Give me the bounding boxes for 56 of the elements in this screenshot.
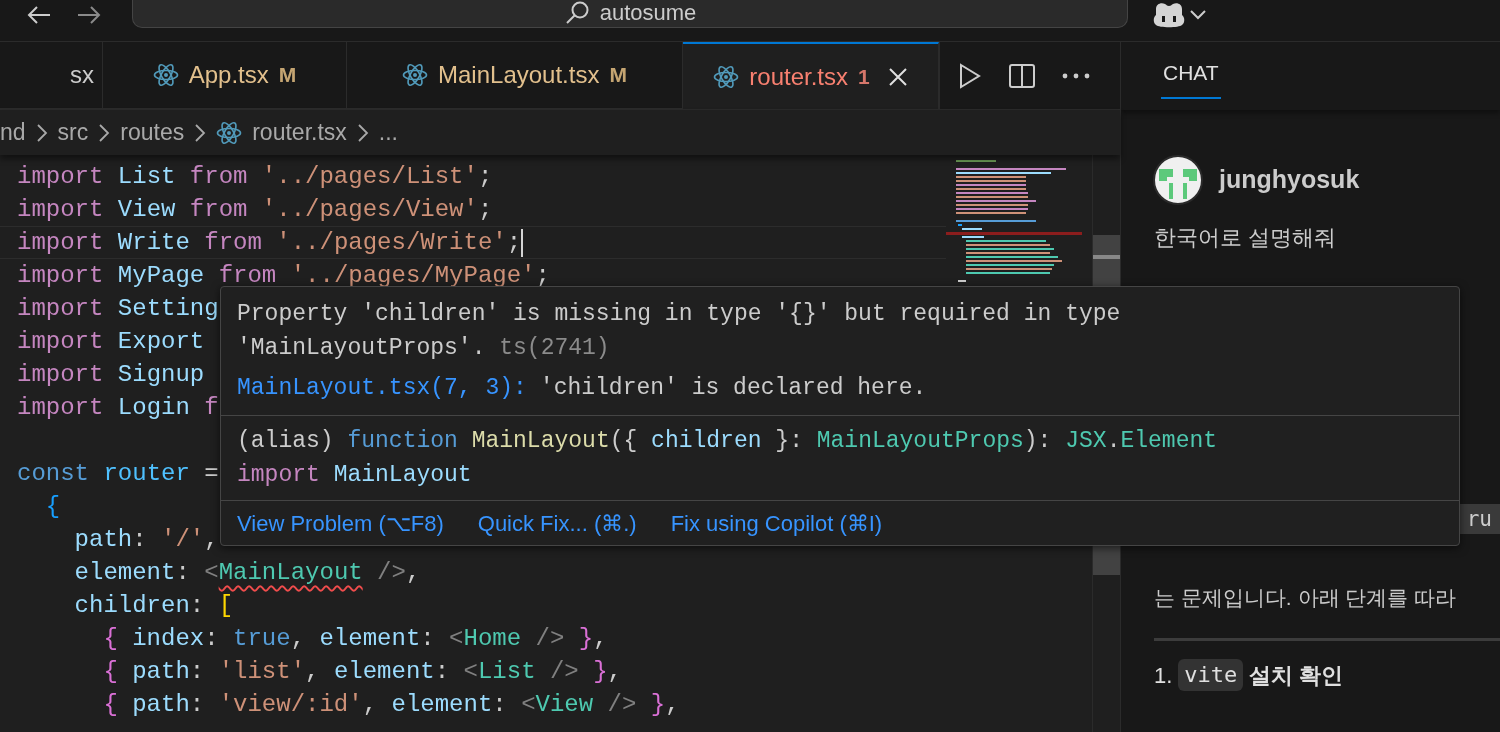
code-line: import Export — [17, 327, 205, 357]
code-line: import View from '../pages/View'; — [17, 195, 493, 225]
react-file-icon — [152, 63, 179, 87]
step-heading: 1. vite 설치 확인 — [1121, 658, 1500, 692]
user-message: 한국어로 설명해줘 — [1153, 224, 1338, 252]
split-editor-icon[interactable] — [1008, 62, 1036, 89]
code-line: element: <MainLayout />, — [73, 558, 421, 588]
signature-line: import MainLayout — [237, 461, 473, 490]
avatar-icon — [1153, 155, 1203, 205]
code-line: import Login f — [17, 393, 219, 423]
chevron-right-icon — [35, 122, 48, 143]
panel-tab[interactable]: CHAT — [1161, 53, 1221, 99]
run-icon[interactable] — [958, 62, 982, 89]
response-text: 는 문제입니다. 아래 단계를 따라 — [1153, 585, 1458, 611]
action-link[interactable]: View Problem (⌥F8) — [237, 506, 444, 540]
action-link[interactable]: Fix using Copilot (⌘I) — [670, 506, 883, 540]
code-line: path: '/', — [73, 525, 219, 555]
robot-face-icon[interactable] — [1152, 1, 1186, 29]
code-line: import MyPage from '../pages/MyPage'; — [17, 261, 550, 291]
code-line: import Write from '../pages/Write'; — [17, 227, 524, 258]
editor-tab[interactable]: App.tsx M — [103, 42, 347, 109]
back-icon[interactable] — [26, 5, 52, 25]
code-line: const router = — [17, 459, 219, 489]
signature-line: (alias) function MainLayout({ children }: MainLayoutProps): JSX.Element — [237, 427, 1219, 456]
chevron-right-icon — [98, 122, 111, 143]
search-field[interactable]: autosume — [132, 0, 1128, 28]
related-info-text: 'children' is declared here. — [539, 374, 927, 403]
error-message: Property 'children' is missing in type '{}' but required in type 'MainLayoutProps'. ts(2741) — [237, 300, 1122, 363]
code-line: import Setting — [17, 294, 219, 324]
chevron-right-icon — [356, 122, 369, 143]
forward-icon[interactable] — [76, 5, 102, 25]
editor-tab[interactable]: MainLayout.tsx M — [347, 42, 683, 109]
user-name: junghyosuk — [1219, 164, 1360, 196]
code-line: { path: 'view/:id', element: <View /> }, — [102, 690, 680, 720]
breadcrumb-item[interactable]: routes — [120, 115, 185, 150]
code-line: { index: true, element: <Home /> }, — [102, 624, 608, 654]
react-file-icon — [713, 64, 740, 89]
react-file-icon — [216, 120, 243, 145]
code-line: { path: 'list', element: <List /> }, — [102, 657, 622, 687]
more-icon[interactable] — [1062, 72, 1090, 79]
chevron-down-icon[interactable] — [1190, 10, 1206, 20]
breadcrumb-item[interactable]: router.tsx — [252, 115, 347, 150]
related-location-link[interactable]: MainLayout.tsx(7, 3): — [237, 371, 527, 405]
code-line: import List from '../pages/List'; — [17, 162, 493, 192]
breadcrumb-more[interactable]: ... — [378, 115, 398, 150]
code-line: import Signup — [17, 360, 205, 390]
action-link[interactable]: Quick Fix... (⌘.) — [477, 506, 637, 540]
react-file-icon — [402, 63, 429, 87]
breadcrumb-item[interactable]: src — [57, 115, 89, 150]
code-line: children: [ — [73, 591, 234, 621]
editor-tab[interactable]: sx — [0, 42, 103, 109]
code-line: { — [44, 492, 61, 522]
close-icon[interactable] — [887, 66, 908, 87]
breadcrumb-item[interactable]: nd — [0, 115, 26, 150]
editor-tab[interactable]: router.tsx 1 — [683, 42, 939, 109]
chevron-right-icon — [194, 122, 207, 143]
